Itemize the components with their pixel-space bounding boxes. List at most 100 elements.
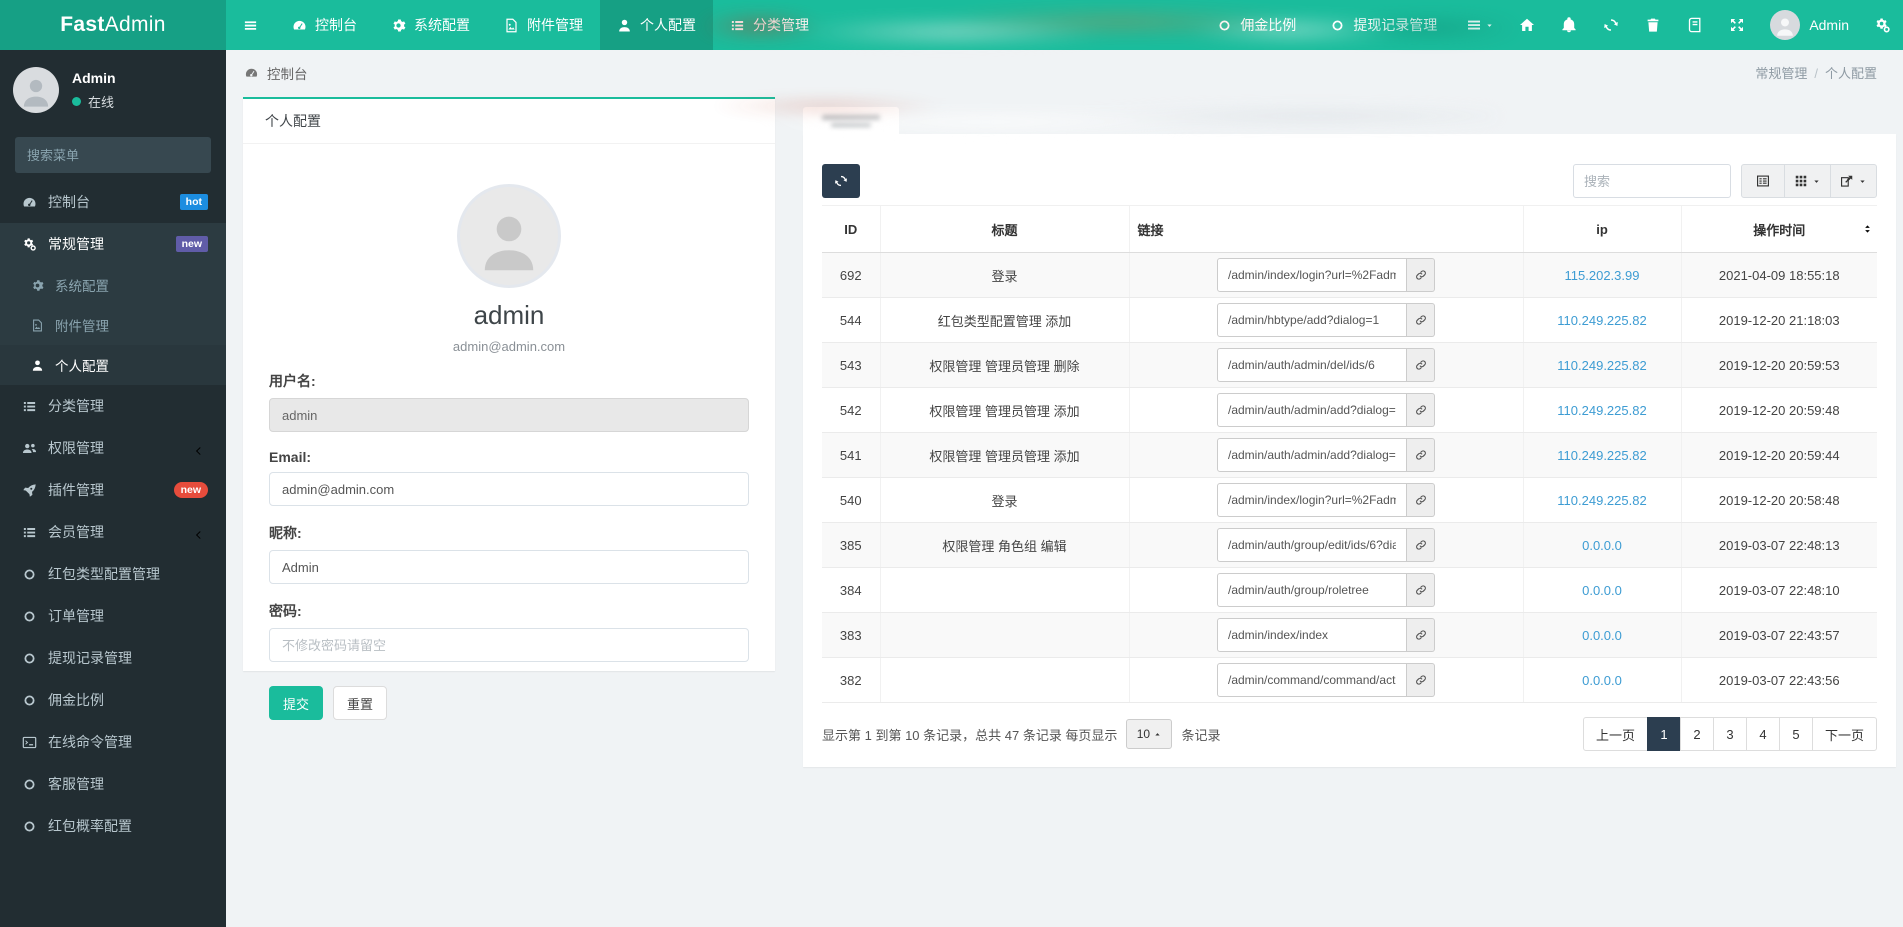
open-link-button[interactable] xyxy=(1407,348,1435,382)
notifications-button[interactable] xyxy=(1548,0,1590,50)
open-link-button[interactable] xyxy=(1407,438,1435,472)
sidebar-item-在线命令管理[interactable]: 在线命令管理 xyxy=(0,721,226,763)
email-field[interactable] xyxy=(269,472,749,506)
link-url-input[interactable] xyxy=(1217,528,1407,562)
ip-link[interactable]: 0.0.0.0 xyxy=(1582,538,1622,553)
home-button[interactable] xyxy=(1506,0,1548,50)
password-field[interactable] xyxy=(269,628,749,662)
link-url-input[interactable] xyxy=(1217,348,1407,382)
ip-link[interactable]: 110.249.225.82 xyxy=(1557,313,1646,328)
page-button-5[interactable]: 5 xyxy=(1779,717,1813,751)
sidebar-toggle[interactable] xyxy=(226,0,275,50)
link-url-input[interactable] xyxy=(1217,258,1407,292)
link-url-input[interactable] xyxy=(1217,483,1407,517)
page-button-2[interactable]: 2 xyxy=(1680,717,1714,751)
open-link-button[interactable] xyxy=(1407,663,1435,697)
brand-logo[interactable]: FastAdmin xyxy=(0,0,226,50)
page-button-3[interactable]: 3 xyxy=(1713,717,1747,751)
sidebar-item-插件管理[interactable]: 插件管理new xyxy=(0,469,226,511)
navbar-right: 佣金比例提现记录管理 Admin xyxy=(1200,0,1903,50)
ip-link[interactable]: 115.202.3.99 xyxy=(1565,268,1640,283)
nav-commission[interactable]: 佣金比例 xyxy=(1200,0,1313,50)
link-url-input[interactable] xyxy=(1217,663,1407,697)
link-url-input[interactable] xyxy=(1217,303,1407,337)
ip-link[interactable]: 110.249.225.82 xyxy=(1557,493,1646,508)
open-link-button[interactable] xyxy=(1407,528,1435,562)
refresh-button[interactable] xyxy=(1590,0,1632,50)
tab-list-dropdown-button[interactable] xyxy=(1454,0,1506,50)
sidebar-item-提现记录管理[interactable]: 提现记录管理 xyxy=(0,637,226,679)
fullscreen-button[interactable] xyxy=(1716,0,1758,50)
table-search-input[interactable] xyxy=(1573,164,1731,198)
sidebar-item-红包类型配置管理[interactable]: 红包类型配置管理 xyxy=(0,553,226,595)
open-link-button[interactable] xyxy=(1407,393,1435,427)
sort-icon[interactable] xyxy=(1862,223,1873,236)
gauge-icon xyxy=(21,195,38,210)
nav-profile[interactable]: 个人配置 xyxy=(600,0,713,50)
column-header-操作时间[interactable]: 操作时间 xyxy=(1681,206,1877,253)
open-link-button[interactable] xyxy=(1407,618,1435,652)
open-link-button[interactable] xyxy=(1407,573,1435,607)
page-button-4[interactable]: 4 xyxy=(1746,717,1780,751)
settings-button[interactable] xyxy=(1861,0,1903,50)
nav-withdraw-log[interactable]: 提现记录管理 xyxy=(1313,0,1454,50)
user-menu-label: Admin xyxy=(1809,17,1849,33)
link-url-input[interactable] xyxy=(1217,618,1407,652)
sidebar-item-订单管理[interactable]: 订单管理 xyxy=(0,595,226,637)
user-menu[interactable]: Admin xyxy=(1758,0,1861,50)
sidebar-item-会员管理[interactable]: 会员管理 xyxy=(0,511,226,553)
sidebar-item-佣金比例[interactable]: 佣金比例 xyxy=(0,679,226,721)
table-toolbar xyxy=(822,164,1877,198)
link-url-input[interactable] xyxy=(1217,393,1407,427)
ip-link[interactable]: 110.249.225.82 xyxy=(1557,448,1646,463)
panel-tab[interactable] xyxy=(803,107,899,134)
circle-icon xyxy=(1217,18,1232,33)
profile-avatar[interactable] xyxy=(457,184,561,288)
sidebar-item-常规管理[interactable]: 常规管理new xyxy=(0,223,226,265)
profile-card: 个人配置 admin admin@admin.com 用户名:Email:昵称:… xyxy=(243,97,775,671)
prev-page-button[interactable]: 上一页 xyxy=(1583,717,1648,751)
nav-system-config[interactable]: 系统配置 xyxy=(374,0,487,50)
nav-dashboard[interactable]: 控制台 xyxy=(275,0,374,50)
open-link-button[interactable] xyxy=(1407,303,1435,337)
ip-link[interactable]: 0.0.0.0 xyxy=(1582,673,1622,688)
clear-cache-button[interactable] xyxy=(1632,0,1674,50)
sidebar-item-控制台[interactable]: 控制台hot xyxy=(0,181,226,223)
reset-button[interactable]: 重置 xyxy=(333,686,387,720)
next-page-button[interactable]: 下一页 xyxy=(1812,717,1877,751)
sidebar-item-红包概率配置[interactable]: 红包概率配置 xyxy=(0,805,226,847)
sidebar-item-附件管理[interactable]: 附件管理 xyxy=(0,305,226,345)
cell-ip: 110.249.225.82 xyxy=(1523,343,1681,388)
sidebar-item-权限管理[interactable]: 权限管理 xyxy=(0,427,226,469)
sidebar-item-分类管理[interactable]: 分类管理 xyxy=(0,385,226,427)
link-url-input[interactable] xyxy=(1217,438,1407,472)
page-size-dropdown[interactable]: 10 xyxy=(1126,719,1172,749)
sidebar-item-个人配置[interactable]: 个人配置 xyxy=(0,345,226,385)
log-button[interactable] xyxy=(1674,0,1716,50)
sidebar-item-系统配置[interactable]: 系统配置 xyxy=(0,265,226,305)
cell-id: 540 xyxy=(822,478,880,523)
link-url-input[interactable] xyxy=(1217,573,1407,607)
refresh-button[interactable] xyxy=(822,164,860,198)
columns-button[interactable] xyxy=(1784,164,1831,198)
export-button[interactable] xyxy=(1830,164,1877,198)
cogs-icon xyxy=(1874,17,1891,34)
nickname-field[interactable] xyxy=(269,550,749,584)
nav-category[interactable]: 分类管理 xyxy=(713,0,826,50)
nav-attachment[interactable]: 附件管理 xyxy=(487,0,600,50)
ip-link[interactable]: 110.249.225.82 xyxy=(1557,358,1646,373)
page-button-1[interactable]: 1 xyxy=(1647,717,1681,751)
ip-link[interactable]: 0.0.0.0 xyxy=(1582,583,1622,598)
open-link-button[interactable] xyxy=(1407,483,1435,517)
caret-down-icon xyxy=(1858,177,1867,186)
ip-link[interactable]: 0.0.0.0 xyxy=(1582,628,1622,643)
ip-link[interactable]: 110.249.225.82 xyxy=(1557,403,1646,418)
table-row: 543权限管理 管理员管理 删除110.249.225.822019-12-20… xyxy=(822,343,1877,388)
open-link-button[interactable] xyxy=(1407,258,1435,292)
sidebar-item-客服管理[interactable]: 客服管理 xyxy=(0,763,226,805)
tab-console[interactable]: 控制台 xyxy=(244,63,308,83)
toggle-view-button[interactable] xyxy=(1741,164,1785,198)
cell-link xyxy=(1129,298,1523,343)
menu-search-input[interactable] xyxy=(15,148,215,163)
submit-button[interactable]: 提交 xyxy=(269,686,323,720)
